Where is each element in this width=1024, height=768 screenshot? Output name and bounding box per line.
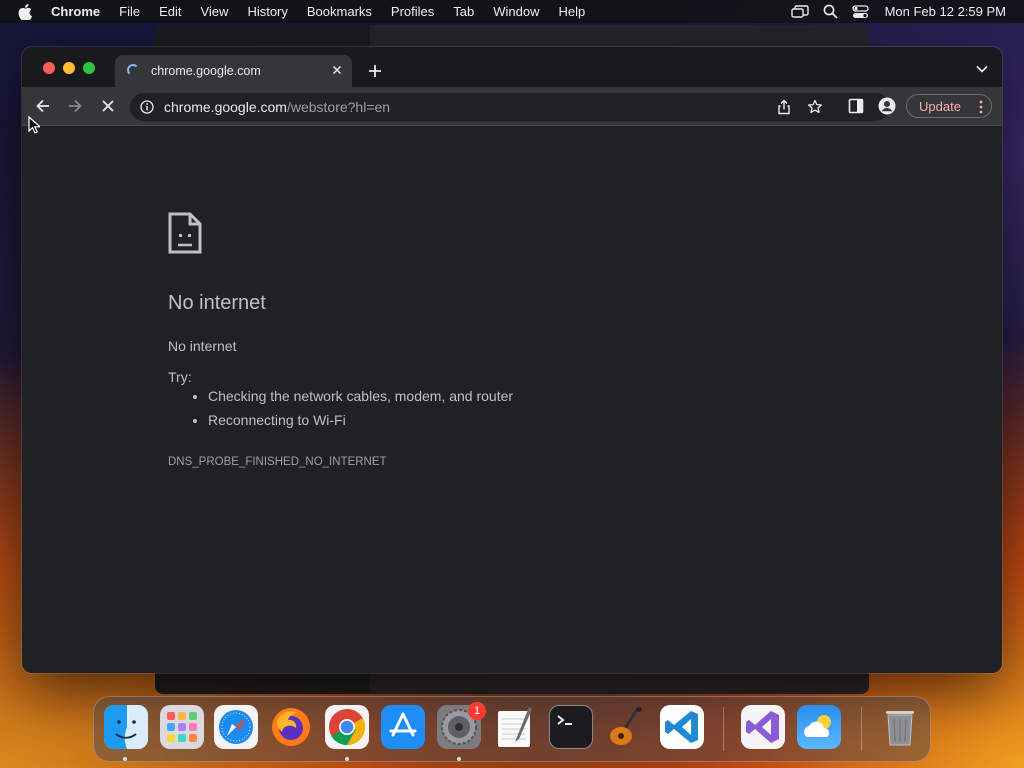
vscode-icon[interactable] [660,705,704,749]
suggestion-item: Checking the network cables, modem, and … [208,384,513,408]
profile-avatar-icon[interactable] [878,97,896,115]
forward-arrow-icon[interactable] [66,97,84,115]
safari-icon[interactable] [214,705,258,749]
menu-tab[interactable]: Tab [453,4,474,19]
apple-menu-icon[interactable] [18,3,32,20]
trash-icon[interactable] [878,705,922,749]
chrome-window: chrome.google.com chrome.google.com/webs… [22,47,1002,673]
finder-icon[interactable] [104,705,148,749]
close-tab-icon[interactable] [330,63,344,77]
menu-app-name[interactable]: Chrome [51,4,100,19]
menu-clock[interactable]: Mon Feb 12 2:59 PM [885,4,1006,19]
dock-separator [723,707,724,751]
chrome-running-indicator [345,757,349,761]
menu-history[interactable]: History [247,4,287,19]
menu-profiles[interactable]: Profiles [391,4,434,19]
menu-file[interactable]: File [119,4,140,19]
textedit-icon[interactable] [493,705,537,749]
bookmark-star-icon[interactable] [807,99,823,115]
tab-active[interactable]: chrome.google.com [115,55,352,87]
spotlight-search-icon[interactable] [823,4,838,19]
close-window-button[interactable] [43,62,55,74]
back-arrow-icon[interactable] [34,97,52,115]
more-menu-icon[interactable] [979,100,983,114]
sad-document-icon [168,212,202,254]
garageband-icon[interactable] [604,705,648,749]
settings-running-indicator [457,757,461,761]
mouse-cursor-icon [28,116,40,134]
minimize-window-button[interactable] [63,62,75,74]
visual-studio-icon[interactable] [741,705,785,749]
control-center-icon[interactable] [851,4,869,19]
app-store-icon[interactable] [381,705,425,749]
zoom-window-button[interactable] [83,62,95,74]
page-content: No internet No internet Try: Checking th… [22,126,1002,673]
error-code: DNS_PROBE_FINISHED_NO_INTERNET [168,456,387,468]
tab-strip: chrome.google.com [22,47,1002,87]
menu-window[interactable]: Window [493,4,539,19]
new-tab-icon[interactable] [367,63,383,79]
url-host: chrome.google.com [164,99,287,115]
update-label: Update [919,99,961,114]
menu-edit[interactable]: Edit [159,4,181,19]
suggestions-list: Checking the network cables, modem, and … [168,384,513,432]
menu-bookmarks[interactable]: Bookmarks [307,4,372,19]
launchpad-icon[interactable] [160,705,204,749]
menu-help[interactable]: Help [559,4,586,19]
tab-title: chrome.google.com [151,64,261,78]
loading-spinner-icon [127,64,139,76]
dock-separator [861,707,862,751]
menu-view[interactable]: View [200,4,228,19]
stop-loading-icon[interactable] [99,97,117,115]
url-text[interactable]: chrome.google.com/webstore?hl=en [164,99,390,115]
terminal-icon[interactable] [549,705,593,749]
update-button[interactable]: Update [906,94,992,118]
url-path: /webstore?hl=en [286,99,391,115]
toolbar: chrome.google.com/webstore?hl=en Update [22,87,1002,126]
try-label: Try: [168,369,192,385]
error-title: No internet [168,292,266,314]
site-info-icon[interactable] [140,100,154,114]
dock: 1 [93,696,931,762]
suggestion-item: Reconnecting to Wi-Fi [208,408,513,432]
share-icon[interactable] [776,99,792,115]
firefox-icon[interactable] [269,705,313,749]
weather-icon[interactable] [797,705,841,749]
tab-search-chevron-icon[interactable] [976,65,988,73]
notification-badge: 1 [468,702,486,720]
error-subtitle: No internet [168,338,237,354]
finder-running-indicator [123,757,127,761]
address-bar[interactable]: chrome.google.com/webstore?hl=en [130,93,890,121]
chrome-icon[interactable] [325,705,369,749]
menu-bar: Chrome File Edit View History Bookmarks … [0,0,1024,23]
side-panel-icon[interactable] [848,98,864,114]
screen-mirroring-icon[interactable] [790,4,809,19]
